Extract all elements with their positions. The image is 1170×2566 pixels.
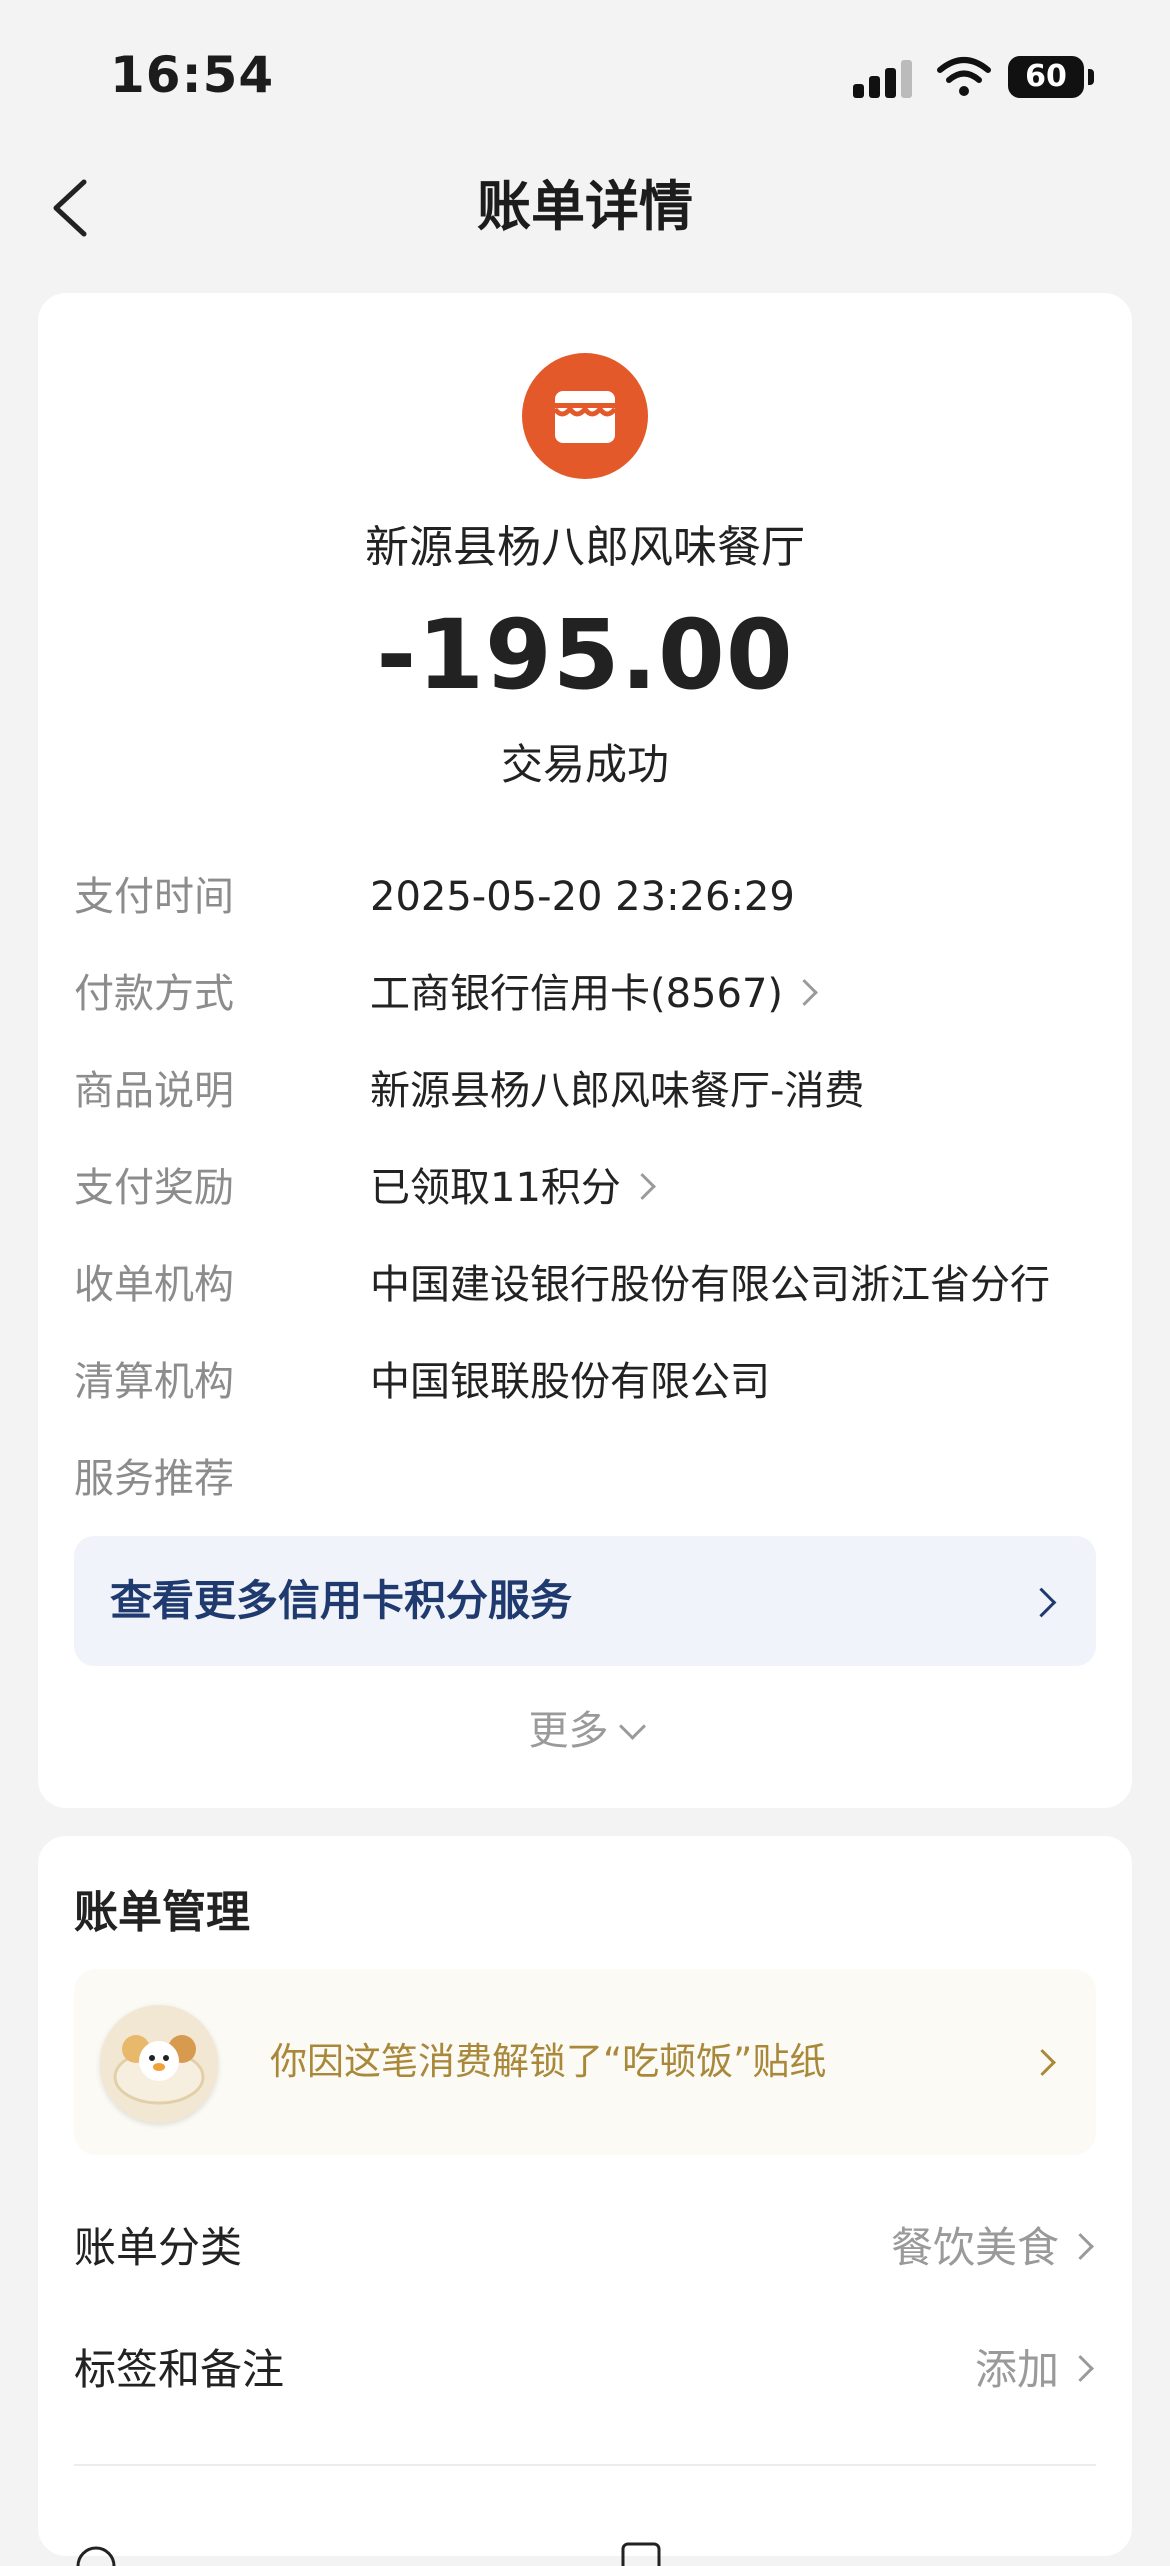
transaction-amount: -195.00 bbox=[376, 599, 794, 711]
detail-row-pay-time: 支付时间 2025-05-20 23:26:29 bbox=[38, 867, 1132, 927]
bottom-actions-partial bbox=[74, 2500, 1096, 2566]
cellular-signal-icon bbox=[853, 58, 915, 98]
chevron-right-icon bbox=[791, 978, 818, 1006]
detail-value: 中国银联股份有限公司 bbox=[370, 1359, 770, 1405]
sticker-banner[interactable]: 你因这笔消费解锁了“吃顿饭”贴纸 bbox=[74, 1969, 1096, 2155]
detail-row-acquirer: 收单机构 中国建设银行股份有限公司浙江省分行 bbox=[38, 1255, 1132, 1315]
wifi-icon bbox=[937, 57, 991, 96]
section-title: 账单管理 bbox=[74, 1887, 250, 1938]
row-value: 餐饮美食 bbox=[891, 2208, 1094, 2288]
detail-row-product: 商品说明 新源县杨八郎风味餐厅-消费 bbox=[38, 1061, 1132, 1121]
reward-value: 已领取11积分 bbox=[370, 1165, 621, 1211]
detail-row-payment-method[interactable]: 付款方式 工商银行信用卡(8567) bbox=[38, 964, 1132, 1024]
detail-row-recommend: 服务推荐 bbox=[38, 1449, 1132, 1509]
sticker-text: 你因这笔消费解锁了“吃顿饭”贴纸 bbox=[270, 2040, 827, 2083]
status-bar: 16:54 60 bbox=[0, 0, 1170, 150]
detail-label: 收单机构 bbox=[74, 1262, 234, 1308]
detail-value-link[interactable]: 工商银行信用卡(8567) bbox=[370, 964, 818, 1024]
detail-row-clearing: 清算机构 中国银联股份有限公司 bbox=[38, 1352, 1132, 1412]
meal-sticker-icon bbox=[100, 2005, 218, 2123]
credit-card-points-banner[interactable]: 查看更多信用卡积分服务 bbox=[74, 1536, 1096, 1666]
more-button[interactable]: 更多 bbox=[38, 1701, 1132, 1761]
chevron-right-icon bbox=[1067, 2233, 1094, 2260]
chevron-right-icon bbox=[1026, 1587, 1057, 1618]
row-value: 添加 bbox=[975, 2330, 1094, 2410]
row-label: 标签和备注 bbox=[74, 2345, 285, 2394]
detail-value-link[interactable]: 已领取11积分 bbox=[370, 1158, 656, 1218]
merchant-name: 新源县杨八郎风味餐厅 bbox=[365, 522, 805, 573]
battery-level: 60 bbox=[1008, 56, 1084, 98]
more-label: 更多 bbox=[528, 1708, 609, 1754]
bill-management-card: 账单管理 你因这笔消费解锁了“吃顿饭”贴纸 账单分类 餐饮美食 标签和备注 添加 bbox=[38, 1836, 1132, 2566]
detail-value: 中国建设银行股份有限公司浙江省分行 bbox=[370, 1262, 1050, 1308]
detail-value: 新源县杨八郎风味餐厅-消费 bbox=[370, 1068, 865, 1114]
bill-category-row[interactable]: 账单分类 餐饮美食 bbox=[38, 2208, 1132, 2288]
battery-icon: 60 bbox=[1008, 56, 1094, 98]
document-icon bbox=[621, 2542, 661, 2566]
detail-label: 服务推荐 bbox=[74, 1456, 234, 1502]
detail-label: 支付奖励 bbox=[74, 1165, 234, 1211]
divider bbox=[74, 2464, 1096, 2466]
store-icon bbox=[522, 353, 648, 479]
circle-icon bbox=[76, 2546, 116, 2566]
tags-notes-row[interactable]: 标签和备注 添加 bbox=[38, 2330, 1132, 2410]
row-label: 账单分类 bbox=[74, 2223, 243, 2272]
detail-label: 清算机构 bbox=[74, 1359, 234, 1405]
chevron-right-icon bbox=[1067, 2355, 1094, 2382]
detail-label: 支付时间 bbox=[74, 874, 234, 920]
detail-label: 商品说明 bbox=[74, 1068, 234, 1114]
detail-label: 付款方式 bbox=[74, 971, 234, 1017]
detail-value: 2025-05-20 23:26:29 bbox=[370, 874, 795, 920]
promo-text: 查看更多信用卡积分服务 bbox=[110, 1576, 573, 1625]
transaction-card: 新源县杨八郎风味餐厅 -195.00 交易成功 支付时间 2025-05-20 … bbox=[38, 293, 1132, 1808]
page-title: 账单详情 bbox=[477, 175, 693, 238]
nav-bar: 账单详情 bbox=[0, 150, 1170, 265]
status-time: 16:54 bbox=[110, 46, 275, 104]
transaction-status: 交易成功 bbox=[500, 740, 669, 789]
payment-method-value: 工商银行信用卡(8567) bbox=[370, 971, 784, 1017]
chevron-right-icon bbox=[1029, 2049, 1056, 2076]
detail-row-reward[interactable]: 支付奖励 已领取11积分 bbox=[38, 1158, 1132, 1218]
chevron-down-icon bbox=[618, 1713, 646, 1740]
chevron-right-icon bbox=[628, 1172, 656, 1200]
